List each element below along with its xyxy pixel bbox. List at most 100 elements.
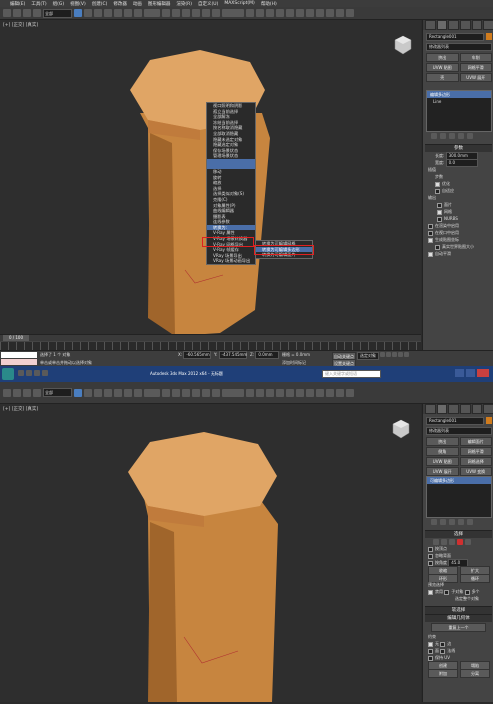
pin-stack-icon[interactable] <box>431 519 437 525</box>
mod-button[interactable]: 壳 <box>426 73 459 82</box>
material-editor-icon[interactable] <box>306 388 314 397</box>
select-manipulate-icon[interactable] <box>172 388 180 397</box>
width-input[interactable]: 0.0 <box>445 159 478 167</box>
z-input[interactable]: 0.0mm <box>255 351 280 359</box>
material-editor-icon[interactable] <box>306 9 314 17</box>
render-opt[interactable]: 真实世界贴图大小 <box>425 243 492 250</box>
undo-icon[interactable] <box>3 388 11 397</box>
motion-tab[interactable] <box>460 20 471 30</box>
move-icon[interactable] <box>114 388 122 397</box>
selection-filter-dropdown[interactable]: 全部 <box>43 388 72 397</box>
maxscript-listener[interactable] <box>1 352 37 358</box>
menu-create[interactable]: 创建(C) <box>92 1 108 7</box>
reference-coord-icon[interactable] <box>144 9 160 17</box>
show-end-result-icon[interactable] <box>440 519 446 525</box>
nurbs-row[interactable]: NURBS <box>425 215 492 222</box>
patch-row[interactable]: 面片 <box>425 201 492 208</box>
render-frame-icon[interactable] <box>326 388 334 397</box>
adaptive-checkbox[interactable] <box>435 188 440 194</box>
edit-geometry-title[interactable]: 编辑几何体 <box>425 614 492 622</box>
constraint-radio[interactable] <box>440 648 446 654</box>
menu-animation[interactable]: 动画 <box>133 1 142 7</box>
modifier-list-dropdown[interactable]: 修改器列表 <box>426 427 492 435</box>
goto-end-icon[interactable] <box>404 352 409 357</box>
render-opt-checkbox[interactable] <box>428 230 433 236</box>
schematic-icon[interactable] <box>296 9 304 17</box>
pivot-icon[interactable] <box>162 9 170 17</box>
mod-button[interactable]: 挤出 <box>426 437 459 446</box>
menu-rendering[interactable]: 渲染(R) <box>176 1 192 7</box>
modify-tab[interactable] <box>436 20 448 30</box>
app-logo-icon[interactable] <box>2 368 14 380</box>
angle-snap-icon[interactable] <box>192 388 200 397</box>
display-tab[interactable] <box>471 20 483 30</box>
pin-stack-icon[interactable] <box>431 133 437 139</box>
select-manipulate-icon[interactable] <box>172 9 180 17</box>
configure-modifier-icon[interactable] <box>467 133 473 139</box>
viewcube-icon[interactable] <box>392 34 414 56</box>
layer-icon[interactable] <box>266 388 274 397</box>
optimize-row[interactable]: 优化 <box>425 180 492 187</box>
render-opt-checkbox[interactable] <box>428 237 433 243</box>
keep-uv-row[interactable]: 保持 UV <box>425 654 492 661</box>
polygon-icon[interactable] <box>457 538 463 545</box>
close-icon[interactable] <box>477 369 489 377</box>
redo-icon[interactable] <box>13 388 21 397</box>
viewcube-icon[interactable] <box>390 418 412 440</box>
border-icon[interactable] <box>449 538 455 545</box>
menu-customize[interactable]: 自定义(U) <box>198 1 218 7</box>
percent-snap-icon[interactable] <box>202 388 210 397</box>
ctx-item[interactable]: VRay 场景动画导出 <box>207 258 255 264</box>
motion-tab[interactable] <box>460 404 471 414</box>
utilities-tab[interactable] <box>483 404 493 414</box>
display-tab[interactable] <box>471 404 483 414</box>
percent-snap-icon[interactable] <box>202 9 210 17</box>
selection-filter-dropdown[interactable]: 全部 <box>43 8 72 18</box>
undo-icon[interactable] <box>42 370 48 376</box>
loop-button[interactable]: 循环 <box>460 574 490 583</box>
modify-tab[interactable] <box>436 404 448 414</box>
edge-icon[interactable] <box>441 538 447 545</box>
viewport-label[interactable]: [+] [正交] [真实] <box>3 406 38 412</box>
vertex-icon[interactable] <box>433 538 439 545</box>
mod-button[interactable]: 网格平滑 <box>459 447 492 456</box>
hierarchy-tab[interactable] <box>448 404 460 414</box>
attach-button[interactable]: 附加 <box>428 669 458 678</box>
add-time-tag[interactable]: 添加时间标记 <box>282 359 306 366</box>
window-crossing-icon[interactable] <box>104 9 112 17</box>
rotate-icon[interactable] <box>124 9 132 17</box>
select-opt-checkbox[interactable] <box>428 560 433 566</box>
render-opt[interactable]: 在视口中启用 <box>425 229 492 236</box>
select-opt[interactable]: 按顶点 <box>425 545 492 552</box>
infocenter-search[interactable]: 键入关键字或短语 <box>322 370 381 378</box>
schematic-icon[interactable] <box>296 388 304 397</box>
goto-start-icon[interactable] <box>380 352 385 357</box>
remove-modifier-icon[interactable] <box>458 133 464 139</box>
play-icon[interactable] <box>392 352 397 357</box>
redo-icon[interactable] <box>13 9 21 17</box>
unlink-icon[interactable] <box>33 9 41 17</box>
mod-button[interactable]: 网格平滑 <box>459 63 492 72</box>
pivot-icon[interactable] <box>162 388 170 397</box>
constraint-radio[interactable] <box>440 641 446 647</box>
rotate-icon[interactable] <box>124 388 132 397</box>
select-opt-checkbox[interactable] <box>428 553 433 559</box>
render-frame-icon[interactable] <box>326 9 334 17</box>
render-opt[interactable]: 在渲染中启用 <box>425 222 492 229</box>
scale-icon[interactable] <box>134 9 142 17</box>
spinner-snap-icon[interactable] <box>212 9 220 17</box>
object-name-field[interactable]: Rectangle001 <box>426 417 484 425</box>
select-title[interactable]: 选择 <box>425 530 492 538</box>
menu-help[interactable]: 帮助(H) <box>261 1 277 7</box>
soft-select-title[interactable]: 软选择 <box>425 606 492 614</box>
remove-modifier-icon[interactable] <box>458 519 464 525</box>
key-filter-dropdown[interactable]: 选定对象 <box>357 352 379 360</box>
make-unique-icon[interactable] <box>449 519 455 525</box>
viewport-label[interactable]: [+] [正交] [真实] <box>3 22 38 28</box>
mod-button[interactable]: UVW 贴图 <box>426 457 459 466</box>
keep-uv-checkbox[interactable] <box>428 655 433 661</box>
show-end-result-icon[interactable] <box>440 133 446 139</box>
link-icon[interactable] <box>23 388 31 397</box>
new-file-icon[interactable] <box>18 370 24 376</box>
rect-selection-icon[interactable] <box>94 9 102 17</box>
